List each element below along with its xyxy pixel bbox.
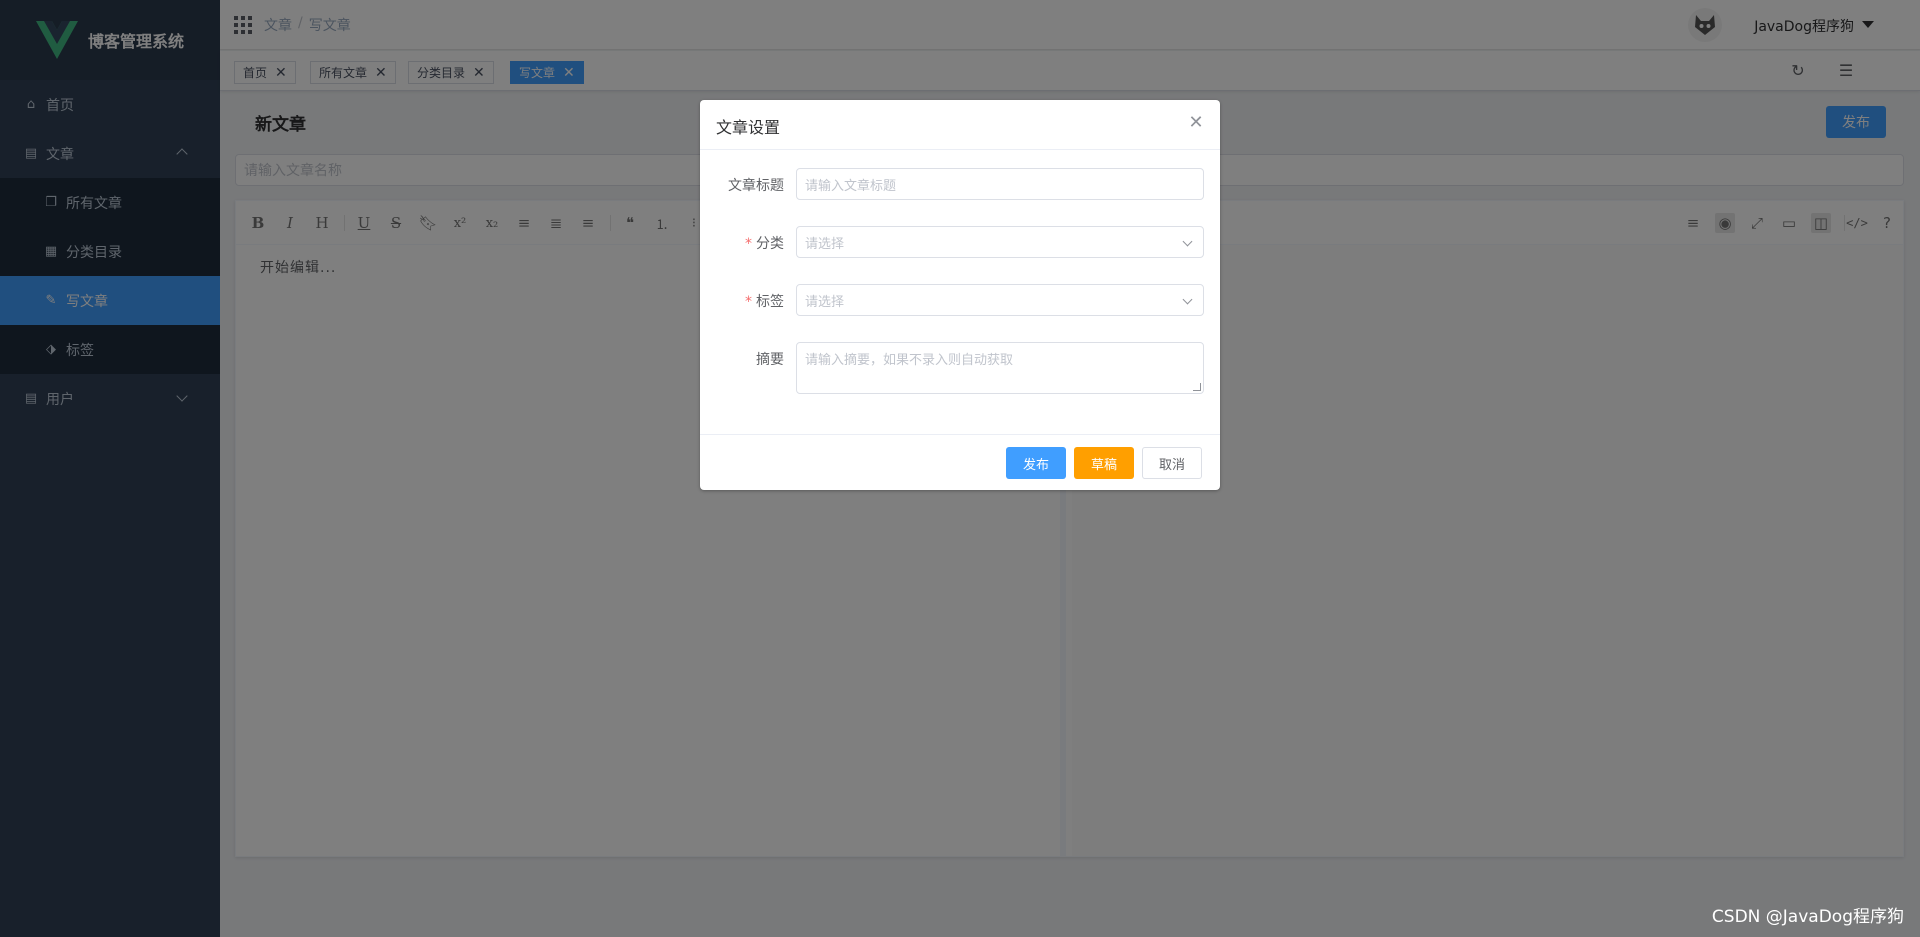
field-label: * 标签 [745,294,784,310]
chevron-down-icon [1182,236,1193,247]
chevron-down-icon [1182,294,1193,305]
select-placeholder: 请选择 [805,236,845,252]
article-title-input[interactable]: 请输入文章标题 [796,168,1204,200]
dialog-header: 文章设置 ✕ [700,100,1220,150]
publish-button[interactable]: 发布 [1006,447,1066,479]
field-label: 文章标题 [728,178,784,194]
summary-textarea[interactable]: 请输入摘要，如果不录入则自动获取 [796,342,1204,394]
select-placeholder: 请选择 [805,294,845,310]
field-label: * 分类 [745,236,784,252]
dialog-footer: 发布 草稿 取消 [700,434,1220,490]
field-label: 摘要 [756,352,784,368]
cancel-button[interactable]: 取消 [1142,447,1202,479]
tags-select[interactable]: 请选择 [796,284,1204,316]
form-row-category: * 分类 请选择 [700,226,1220,258]
resize-handle-icon[interactable] [1193,383,1201,391]
textarea-placeholder: 请输入摘要，如果不录入则自动获取 [805,353,1014,368]
required-mark: * [745,236,752,252]
form-row-tags: * 标签 请选择 [700,284,1220,316]
watermark: CSDN @JavaDog程序狗 [1711,907,1904,927]
category-select[interactable]: 请选择 [796,226,1204,258]
form-row-title: 文章标题 请输入文章标题 [700,168,1220,200]
close-icon[interactable]: ✕ [1188,114,1204,132]
form-row-summary: 摘要 请输入摘要，如果不录入则自动获取 [700,342,1220,394]
article-settings-dialog: 文章设置 ✕ 文章标题 请输入文章标题 * 分类 请选择 * 标签 请选择 摘要 请… [700,100,1220,490]
dialog-title: 文章设置 [716,118,781,137]
required-mark: * [745,294,752,310]
draft-button[interactable]: 草稿 [1074,447,1134,479]
